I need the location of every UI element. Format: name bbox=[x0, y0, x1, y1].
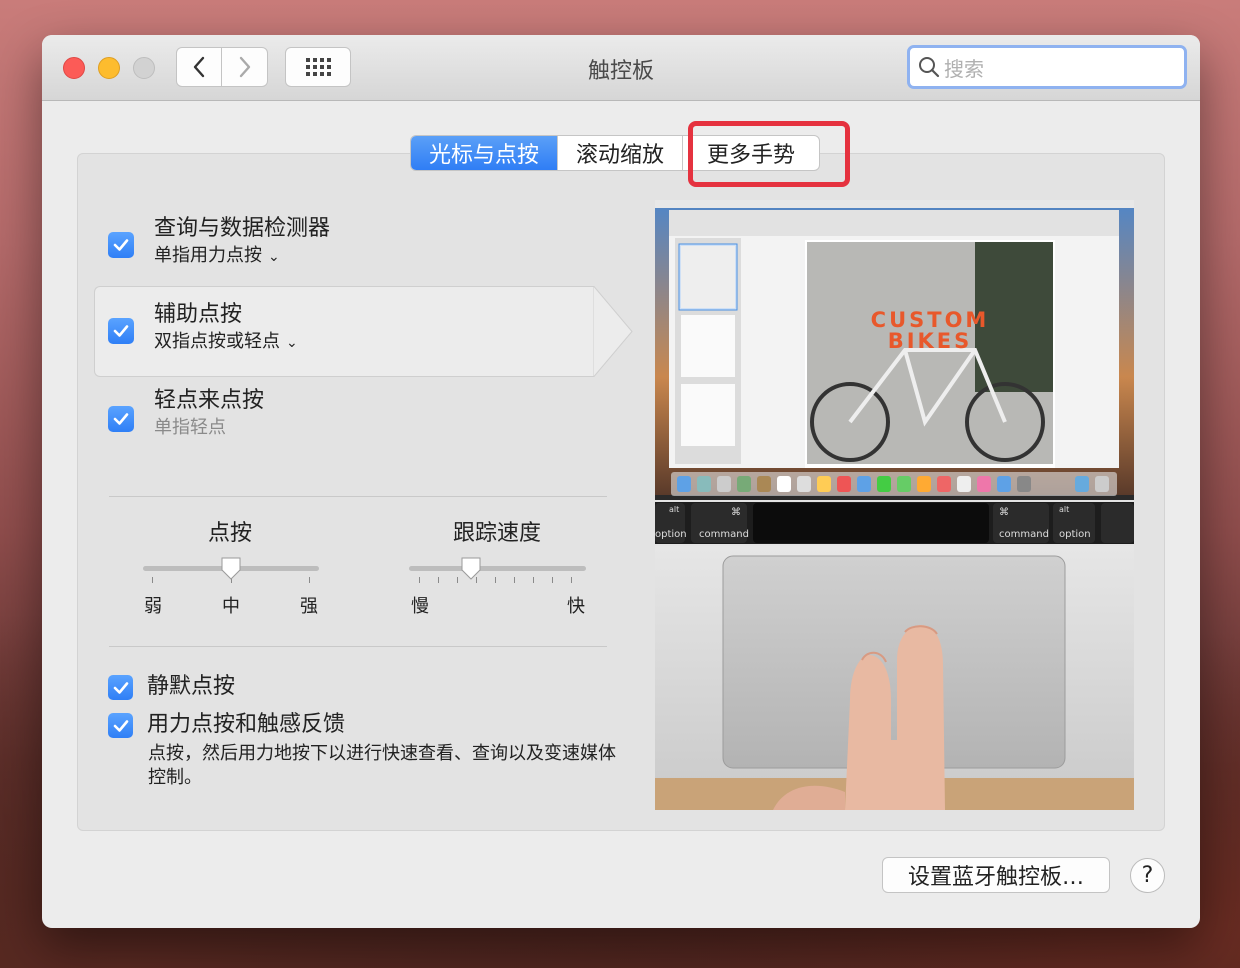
checkmark-icon bbox=[113, 681, 128, 694]
lookup-checkbox[interactable] bbox=[108, 232, 134, 258]
option-title: 轻点来点按 bbox=[154, 388, 265, 413]
option-title: 辅助点按 bbox=[154, 302, 243, 327]
click-slider-label: 点按 bbox=[207, 521, 252, 546]
tab-point-click[interactable]: 光标与点按 bbox=[411, 136, 559, 170]
key-label: alt bbox=[669, 505, 679, 514]
slider-tick bbox=[438, 577, 439, 583]
checkmark-icon bbox=[113, 325, 129, 337]
tab-scroll-zoom[interactable]: 滚动缩放 bbox=[558, 136, 684, 170]
click-slider-knob[interactable] bbox=[220, 557, 242, 581]
slider-tick bbox=[152, 577, 153, 583]
slider-tick bbox=[552, 577, 553, 583]
slider-max-label: 快 bbox=[567, 596, 585, 617]
slider-min-label: 慢 bbox=[411, 596, 429, 617]
tracking-slider-track[interactable] bbox=[409, 566, 586, 571]
gesture-preview-video: CUSTOM BIKES alt option command ⌘ comman… bbox=[655, 200, 1134, 810]
force-click-checkbox[interactable] bbox=[108, 713, 133, 738]
option-lookup[interactable]: 查询与数据检测器 单指用力点按 ⌄ bbox=[108, 215, 330, 270]
option-silent-click[interactable]: 静默点按 bbox=[108, 673, 235, 701]
slider-tick bbox=[495, 577, 496, 583]
search-placeholder: 搜索 bbox=[944, 56, 984, 81]
option-tap-to-click[interactable]: 轻点来点按 单指轻点 bbox=[108, 387, 264, 441]
checkmark-icon bbox=[113, 413, 129, 425]
chevron-down-icon[interactable]: ⌄ bbox=[286, 330, 298, 356]
option-subtitle[interactable]: 单指用力点按 bbox=[154, 245, 262, 266]
slider-tick bbox=[533, 577, 534, 583]
slider-mid-label: 中 bbox=[222, 596, 240, 617]
key-label: command bbox=[699, 529, 749, 540]
key-label: command bbox=[999, 529, 1049, 540]
slider-max-label: 强 bbox=[300, 596, 318, 617]
option-title: 用力点按和触感反馈 bbox=[147, 712, 346, 737]
help-button[interactable]: ? bbox=[1130, 858, 1165, 893]
key-label: option bbox=[1059, 529, 1091, 540]
checkmark-icon bbox=[113, 719, 128, 732]
option-secondary-click[interactable]: 辅助点按 双指点按或轻点 ⌄ bbox=[108, 301, 298, 356]
option-title: 静默点按 bbox=[147, 674, 236, 699]
preferences-window: 触控板 搜索 光标与点按 滚动缩放 更多手势 查询与数据检测器 单指用力点按 ⌄ … bbox=[42, 35, 1200, 928]
silent-click-checkbox[interactable] bbox=[108, 675, 133, 700]
key-label: alt bbox=[1059, 505, 1069, 514]
title-bar: 触控板 搜索 bbox=[42, 35, 1200, 101]
key-label: option bbox=[655, 529, 687, 540]
slider-tick bbox=[514, 577, 515, 583]
slider-min-label: 弱 bbox=[144, 596, 162, 617]
slider-tick bbox=[457, 577, 458, 583]
option-subtitle[interactable]: 双指点按或轻点 bbox=[154, 331, 280, 352]
force-click-description: 点按，然后用力地按下以进行快速查看、查询以及变速媒体控制。 bbox=[148, 743, 616, 788]
key-label: ⌘ bbox=[999, 507, 1009, 518]
option-force-click[interactable]: 用力点按和触感反馈 bbox=[108, 711, 345, 739]
key-label: ⌘ bbox=[731, 507, 741, 518]
preview-illustration: CUSTOM BIKES alt option command ⌘ comman… bbox=[655, 200, 1134, 810]
tracking-slider-knob[interactable] bbox=[460, 557, 482, 581]
highlight-pointer bbox=[593, 286, 633, 377]
highlight-annotation bbox=[688, 121, 850, 187]
checkmark-icon bbox=[113, 239, 129, 251]
slider-tick bbox=[571, 577, 572, 583]
option-title: 查询与数据检测器 bbox=[154, 216, 331, 241]
option-subtitle: 单指轻点 bbox=[154, 417, 226, 438]
chevron-down-icon[interactable]: ⌄ bbox=[268, 244, 280, 270]
poster-title-line2: BIKES bbox=[888, 329, 973, 353]
divider bbox=[109, 496, 607, 497]
search-field[interactable]: 搜索 bbox=[907, 45, 1187, 89]
divider bbox=[109, 646, 607, 647]
secondary-click-checkbox[interactable] bbox=[108, 318, 134, 344]
slider-tick bbox=[419, 577, 420, 583]
setup-bluetooth-trackpad-button[interactable]: 设置蓝牙触控板… bbox=[882, 857, 1110, 893]
slider-tick bbox=[309, 577, 310, 583]
tracking-slider-label: 跟踪速度 bbox=[452, 521, 541, 546]
tap-to-click-checkbox[interactable] bbox=[108, 406, 134, 432]
search-icon bbox=[919, 57, 940, 78]
